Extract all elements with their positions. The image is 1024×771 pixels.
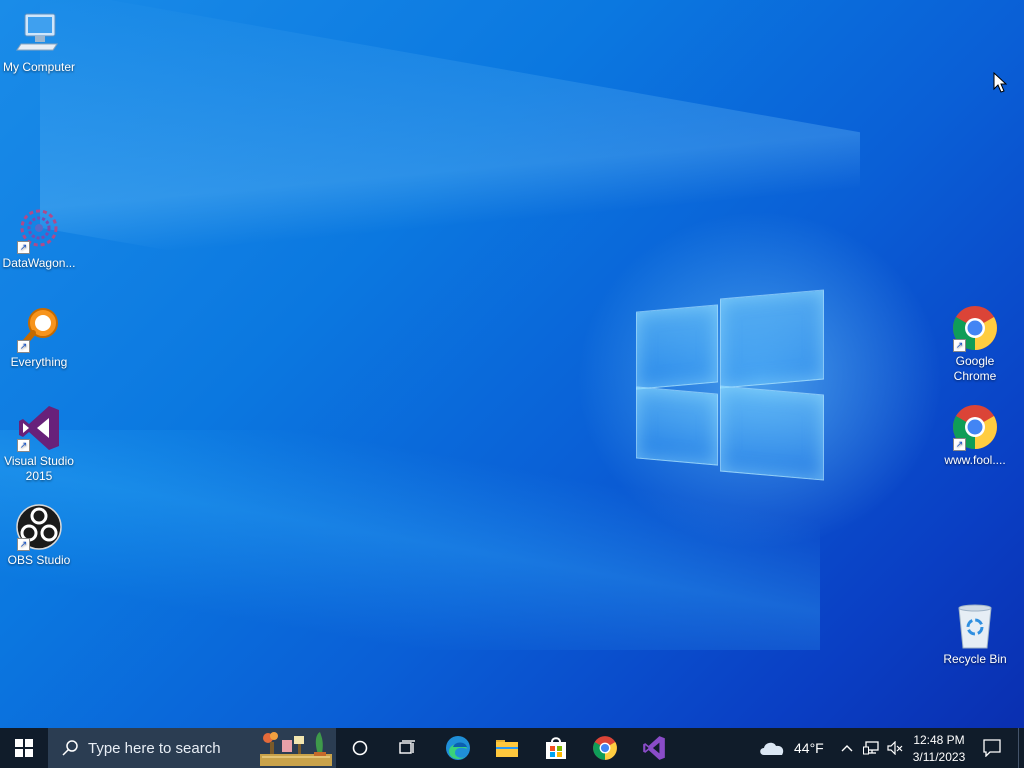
everything-search-icon: ↗	[15, 305, 63, 353]
desktop-icon-datawagon[interactable]: ↗ DataWagon...	[1, 206, 77, 271]
search-placeholder: Type here to search	[88, 739, 221, 757]
shortcut-arrow-icon: ↗	[953, 438, 966, 451]
task-view-button[interactable]	[388, 728, 428, 768]
desktop-icon-visual-studio[interactable]: ↗ Visual Studio 2015	[1, 404, 77, 484]
visual-studio-icon: ↗	[15, 404, 63, 452]
file-explorer-icon	[496, 740, 518, 757]
recycle-bin-icon	[951, 602, 999, 650]
start-button[interactable]	[0, 728, 48, 768]
action-center-button[interactable]	[976, 728, 1008, 768]
chevron-up-icon	[841, 745, 853, 752]
taskbar-microsoft-store[interactable]	[536, 728, 576, 768]
notification-icon	[983, 739, 1001, 757]
network-icon	[863, 741, 879, 755]
windows-logo-wallpaper	[630, 288, 830, 483]
edge-icon	[446, 736, 470, 760]
taskbar-chrome[interactable]	[585, 728, 625, 768]
chrome-icon: ↗	[951, 403, 999, 451]
show-hidden-icons-button[interactable]	[838, 728, 856, 768]
volume-button[interactable]	[884, 728, 906, 768]
shortcut-arrow-icon: ↗	[17, 241, 30, 254]
search-highlights-illustration-icon[interactable]	[258, 728, 336, 768]
desktop-icon-recycle-bin[interactable]: Recycle Bin	[937, 602, 1013, 667]
task-view-icon	[399, 740, 415, 754]
network-button[interactable]	[860, 728, 882, 768]
taskbar-search-box[interactable]: Type here to search	[48, 728, 336, 768]
desktop-icon-label: My Computer	[2, 60, 76, 74]
computer-icon	[15, 10, 63, 58]
search-icon	[62, 740, 78, 756]
obs-icon: ↗	[15, 503, 63, 551]
mouse-cursor-icon	[993, 72, 1007, 93]
datawagon-icon: ↗	[15, 206, 63, 254]
taskbar-edge[interactable]	[438, 728, 478, 768]
desktop-icon-my-computer[interactable]: My Computer	[1, 10, 77, 75]
desktop-icon-label: Everything	[10, 355, 68, 369]
desktop-icon-label: Visual Studio 2015	[4, 454, 74, 483]
desktop-icon-label: Google Chrome	[953, 354, 997, 383]
clock-time: 12:48 PM	[913, 732, 965, 747]
shortcut-arrow-icon: ↗	[17, 538, 30, 551]
desktop-icon-google-chrome[interactable]: ↗ Google Chrome	[937, 304, 1013, 384]
clock[interactable]: 12:48 PM 3/11/2023	[908, 728, 970, 768]
taskbar-visual-studio[interactable]	[634, 728, 674, 768]
cortana-button[interactable]	[340, 728, 380, 768]
chrome-icon: ↗	[951, 304, 999, 352]
weather-widget[interactable]: 44°F	[758, 728, 828, 768]
desktop[interactable]: My Computer ↗ DataWagon... ↗ Everything	[0, 0, 1024, 728]
windows-start-icon	[15, 739, 33, 757]
shortcut-arrow-icon: ↗	[17, 439, 30, 452]
weather-temperature: 44°F	[794, 740, 824, 756]
volume-muted-icon	[887, 741, 903, 755]
visual-studio-icon	[643, 736, 665, 760]
desktop-icon-everything[interactable]: ↗ Everything	[1, 305, 77, 370]
desktop-icon-label: Recycle Bin	[943, 652, 1007, 666]
shortcut-arrow-icon: ↗	[953, 339, 966, 352]
store-icon	[546, 737, 566, 759]
desktop-icon-label: DataWagon...	[2, 256, 76, 270]
cloud-icon	[760, 742, 784, 755]
taskbar-file-explorer[interactable]	[487, 728, 527, 768]
desktop-icon-label: OBS Studio	[7, 553, 71, 567]
show-desktop-button[interactable]	[1018, 728, 1024, 768]
chrome-icon	[593, 736, 617, 760]
cortana-icon	[352, 740, 368, 756]
desktop-icon-obs-studio[interactable]: ↗ OBS Studio	[1, 503, 77, 568]
desktop-icon-www-fool[interactable]: ↗ www.fool....	[937, 403, 1013, 468]
taskbar: Type here to search 44°F 12:48 PM 3/11/2…	[0, 728, 1024, 768]
desktop-icon-label: www.fool....	[944, 453, 1006, 467]
clock-date: 3/11/2023	[912, 749, 966, 764]
shortcut-arrow-icon: ↗	[17, 340, 30, 353]
